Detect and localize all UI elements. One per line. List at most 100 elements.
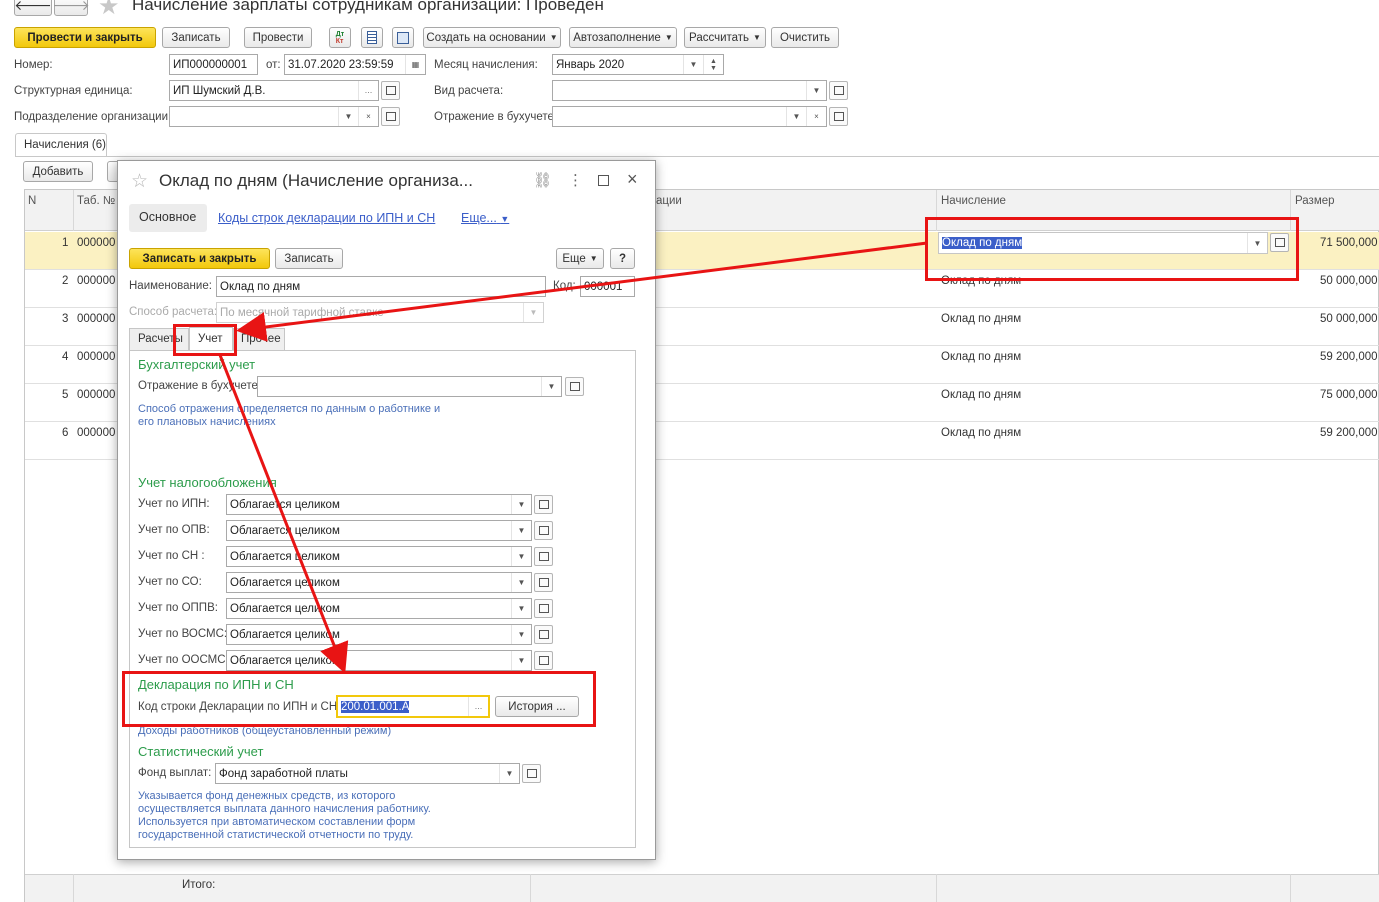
tax-label: Учет по ИПН: (138, 498, 210, 510)
maximize-icon[interactable] (598, 175, 609, 186)
chevron-down-icon[interactable]: ▼ (511, 521, 531, 540)
clear-button[interactable]: Очистить (771, 27, 839, 48)
star-icon[interactable]: ★ (98, 0, 120, 21)
chevron-down-icon[interactable]: ▼ (511, 599, 531, 618)
stat-note-1: Указывается фонд денежных средств, из ко… (138, 790, 396, 802)
chevron-down-icon[interactable]: ▼ (511, 625, 531, 644)
tax-field[interactable]: Облагается целиком ▼ (226, 598, 532, 619)
post-button[interactable]: Провести (244, 27, 312, 48)
month-field[interactable]: Январь 2020 ▼ ▲ ▼ (552, 54, 724, 75)
section-taxation: Учет налогообложения (138, 475, 277, 490)
open-accounting-button[interactable] (829, 107, 848, 126)
open-tax-button[interactable] (534, 495, 553, 514)
dialog-more-button[interactable]: Еще ▼ (556, 248, 604, 269)
row-accrual: Оклад по дням (941, 427, 1022, 439)
number-field[interactable]: ИП000000001 (169, 54, 258, 75)
name-label: Наименование: (129, 280, 212, 292)
report-button[interactable] (361, 27, 383, 48)
accounting-field[interactable]: ▼ × (552, 106, 827, 127)
dialog-save-button[interactable]: Записать (275, 248, 343, 269)
tab-other[interactable]: Прочее (233, 328, 285, 350)
post-and-close-button[interactable]: Провести и закрыть (14, 27, 156, 48)
dialog-star-icon[interactable]: ☆ (131, 170, 148, 193)
tax-field[interactable]: Облагается целиком ▼ (226, 650, 532, 671)
back-button[interactable]: 🡐 (14, 0, 52, 16)
add-row-button[interactable]: Добавить (23, 161, 93, 182)
tax-field[interactable]: Облагается целиком ▼ (226, 572, 532, 593)
chevron-down-icon[interactable]: ▼ (786, 107, 806, 126)
tab-accruals[interactable]: Начисления (6) (15, 133, 107, 157)
select-icon[interactable]: … (358, 81, 378, 100)
chevron-down-icon[interactable]: ▼ (511, 547, 531, 566)
calculate-button[interactable]: Рассчитать ▼ (684, 27, 766, 48)
dept-field[interactable]: ▼ × (169, 106, 379, 127)
caret-down-icon: ▼ (500, 214, 510, 224)
open-tax-button[interactable] (534, 599, 553, 618)
structure-button[interactable] (392, 27, 414, 48)
stepper-icon[interactable]: ▲ ▼ (703, 55, 723, 74)
date-field[interactable]: 31.07.2020 23:59:59 ▦ (284, 54, 426, 75)
chevron-down-icon[interactable]: ▼ (511, 495, 531, 514)
highlight-accrual-box (925, 217, 1299, 281)
tax-field[interactable]: Облагается целиком ▼ (226, 520, 532, 541)
open-tax-button[interactable] (534, 625, 553, 644)
create-based-button[interactable]: Создать на основании ▼ (423, 27, 561, 48)
date-label: от: (266, 59, 281, 71)
chevron-down-icon[interactable]: ▼ (541, 377, 561, 396)
open-calc-type-button[interactable] (829, 81, 848, 100)
open-fund-button[interactable] (522, 764, 541, 783)
nav-more-link[interactable]: Еще... ▼ (461, 211, 509, 225)
open-acc-reflect-button[interactable] (565, 377, 584, 396)
open-tax-button[interactable] (534, 573, 553, 592)
save-button[interactable]: Записать (162, 27, 230, 48)
row-tab: 000000 (77, 351, 116, 363)
row-accrual: Оклад по дням (941, 313, 1022, 325)
dialog-save-close-button[interactable]: Записать и закрыть (129, 248, 270, 269)
open-tax-button[interactable] (534, 521, 553, 540)
row-n: 2 (62, 275, 69, 287)
chevron-down-icon[interactable]: ▼ (511, 651, 531, 670)
structure-icon (397, 31, 409, 44)
tax-field[interactable]: Облагается целиком ▼ (226, 494, 532, 515)
col-n-header: N (28, 195, 37, 207)
close-icon[interactable]: × (627, 169, 638, 190)
open-dept-button[interactable] (381, 107, 400, 126)
forward-button[interactable]: 🡒 (52, 0, 90, 16)
row-n: 4 (62, 351, 69, 363)
accounting-label: Отражение в бухучете: (434, 111, 558, 123)
dt-kt-button[interactable]: Дт Кт (329, 27, 351, 48)
caret-down-icon: ▼ (549, 33, 558, 42)
calc-type-field[interactable]: ▼ (552, 80, 827, 101)
chevron-down-icon[interactable]: ▼ (499, 764, 519, 783)
code-field[interactable]: 000001 (580, 276, 635, 297)
nav-codes-link[interactable]: Коды строк декларации по ИПН и СН (218, 211, 435, 225)
number-label: Номер: (14, 59, 53, 71)
nav-main[interactable]: Основное (129, 204, 207, 232)
help-button[interactable]: ? (610, 248, 635, 269)
chevron-down-icon[interactable]: ▼ (683, 55, 703, 74)
row-tab: 000000 (77, 275, 116, 287)
clear-icon[interactable]: × (806, 107, 826, 126)
row-tab: 000000 (77, 427, 116, 439)
open-unit-button[interactable] (381, 81, 400, 100)
name-field[interactable]: Оклад по дням (216, 276, 546, 297)
acc-reflect-field[interactable]: ▼ (257, 376, 562, 397)
chevron-down-icon[interactable]: ▼ (338, 107, 358, 126)
chevron-down-icon[interactable]: ▼ (806, 81, 826, 100)
tax-label: Учет по ВОСМС: (138, 628, 228, 640)
row-n: 5 (62, 389, 69, 401)
clear-icon[interactable]: × (358, 107, 378, 126)
fund-field[interactable]: Фонд заработной платы ▼ (215, 763, 520, 784)
unit-field[interactable]: ИП Шумский Д.В. … (169, 80, 379, 101)
open-tax-button[interactable] (534, 547, 553, 566)
open-tax-button[interactable] (534, 651, 553, 670)
unit-label: Структурная единица: (14, 85, 133, 97)
chevron-down-icon[interactable]: ▼ (511, 573, 531, 592)
tax-field[interactable]: Облагается целиком ▼ (226, 624, 532, 645)
tax-field[interactable]: Облагается целиком ▼ (226, 546, 532, 567)
col-employee-header: ации (656, 195, 682, 207)
more-vertical-icon[interactable]: ⋮ (568, 171, 583, 189)
link-icon[interactable]: ⛓ (533, 171, 552, 189)
autofill-button[interactable]: Автозаполнение ▼ (569, 27, 677, 48)
calendar-icon[interactable]: ▦ (405, 55, 425, 74)
